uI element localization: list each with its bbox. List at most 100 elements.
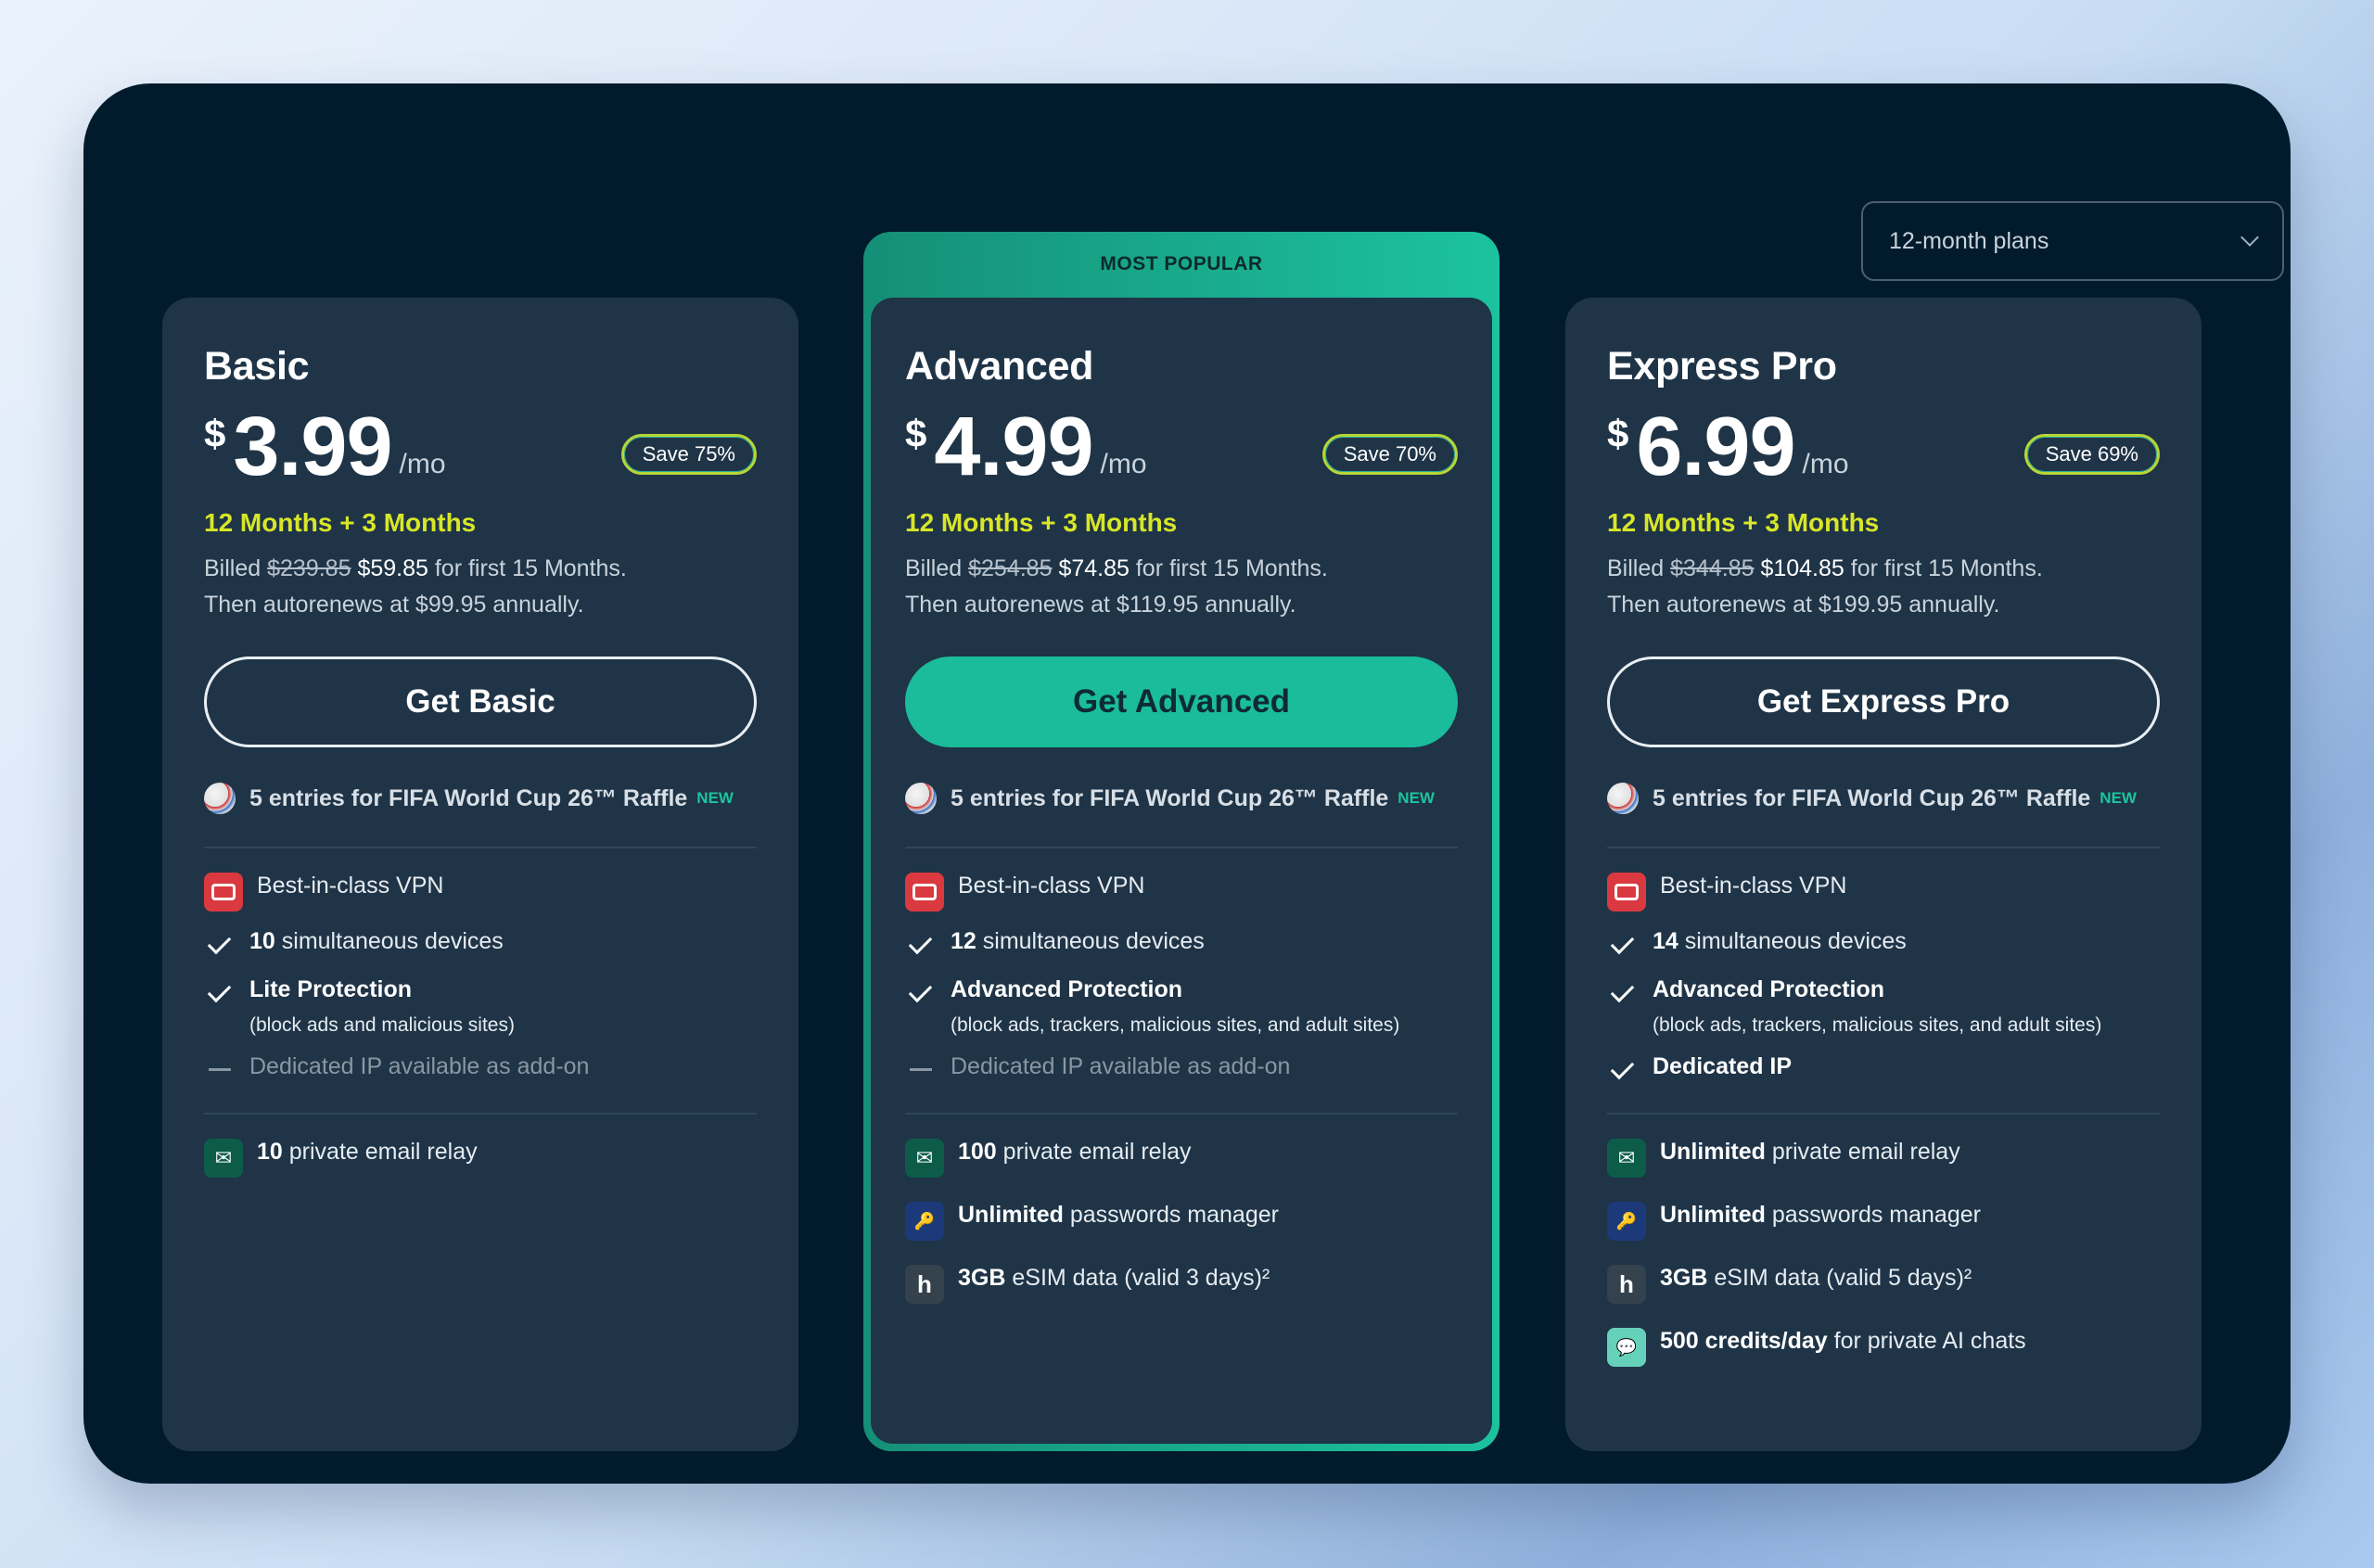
price-amount: 3.99	[233, 401, 392, 493]
vpn-icon	[1607, 873, 1646, 911]
divider	[905, 1113, 1458, 1115]
most-popular-label: MOST POPULAR	[1100, 253, 1263, 274]
feature-devices: 14 simultaneous devices	[1607, 928, 2160, 960]
feature-password-manager: Unlimited passwords manager	[1607, 1202, 2160, 1241]
price-row: $ 4.99 /mo Save 70%	[905, 401, 1458, 493]
email-count: Unlimited	[1660, 1139, 1766, 1165]
divider	[1607, 1113, 2160, 1115]
esim-data: 3GB	[958, 1265, 1006, 1291]
feature-esim: 3GB eSIM data (valid 5 days)²	[1607, 1265, 2160, 1304]
plan-card-advanced-highlight: MOST POPULAR Advanced $ 4.99 /mo Save 70…	[863, 232, 1500, 1451]
check-icon	[905, 976, 937, 1008]
feature-ai-chat: 500 credits/day for private AI chats	[1607, 1328, 2160, 1367]
billed-old-price: $344.85	[1670, 555, 1755, 581]
devices-count: 14	[1653, 928, 1678, 954]
esim-icon	[1607, 1265, 1646, 1304]
feature-email-relay: Unlimited private email relay	[1607, 1139, 2160, 1178]
currency-symbol: $	[905, 412, 927, 455]
save-badge: Save 75%	[620, 434, 757, 475]
billed-prefix: Billed	[905, 555, 963, 581]
price-amount: 4.99	[934, 401, 1093, 493]
check-icon	[204, 928, 236, 960]
devices-count: 10	[249, 928, 275, 954]
protection-title: Advanced Protection	[951, 976, 1183, 1002]
protection-subtext: (block ads, trackers, malicious sites, a…	[1653, 1014, 2102, 1036]
check-icon	[905, 928, 937, 960]
feature-devices: 12 simultaneous devices	[905, 928, 1458, 960]
plan-title: Express Pro	[1607, 344, 1837, 389]
password-count: Unlimited	[958, 1202, 1064, 1228]
feature-email-relay: 10 private email relay	[204, 1139, 757, 1178]
soccer-ball-icon	[1607, 783, 1639, 814]
raffle-row: 5 entries for FIFA World Cup 26™ Raffle …	[905, 783, 1458, 814]
billing-info: Billed $254.85 $74.85 for first 15 Month…	[905, 551, 1458, 623]
feature-password-manager: Unlimited passwords manager	[905, 1202, 1458, 1241]
feature-vpn: Best-in-class VPN	[905, 873, 1458, 911]
price-row: $ 6.99 /mo Save 69%	[1607, 405, 2160, 489]
plan-months: 12 Months + 3 Months	[905, 508, 1178, 537]
get-express-pro-button[interactable]: Get Express Pro	[1607, 657, 2160, 747]
billed-new-price: $104.85	[1760, 555, 1844, 581]
password-manager-icon	[1607, 1202, 1646, 1241]
billed-prefix: Billed	[1607, 555, 1665, 581]
esim-data: 3GB	[1660, 1265, 1708, 1291]
plan-card-express-pro: Express Pro $ 6.99 /mo Save 69% 12 Month…	[1565, 298, 2202, 1451]
email-relay-icon	[905, 1139, 944, 1178]
vpn-icon	[204, 873, 243, 911]
feature-dedicated-ip: Dedicated IP available as add-on	[905, 1053, 1458, 1085]
plan-duration-select[interactable]: 12-month plans	[1861, 201, 2284, 281]
protection-title: Advanced Protection	[1653, 976, 1885, 1002]
feature-text: passwords manager	[1069, 1202, 1279, 1228]
email-relay-icon	[204, 1139, 243, 1178]
protection-title: Lite Protection	[249, 976, 413, 1002]
plan-title: Advanced	[905, 344, 1094, 389]
billing-info: Billed $344.85 $104.85 for first 15 Mont…	[1607, 551, 2160, 623]
currency-symbol: $	[1607, 412, 1629, 455]
billing-info: Billed $239.85 $59.85 for first 15 Month…	[204, 551, 757, 623]
raffle-text: 5 entries for FIFA World Cup 26™ Raffle	[249, 784, 688, 811]
email-count: 100	[958, 1139, 997, 1165]
feature-text: for private AI chats	[1833, 1328, 2026, 1354]
raffle-text: 5 entries for FIFA World Cup 26™ Raffle	[951, 784, 1389, 811]
devices-count: 12	[951, 928, 976, 954]
plan-title: Basic	[204, 344, 310, 389]
check-icon	[1607, 1053, 1639, 1085]
currency-symbol: $	[204, 412, 226, 455]
plan-months: 12 Months + 3 Months	[204, 508, 477, 537]
billed-old-price: $254.85	[968, 555, 1053, 581]
feature-text: Best-in-class VPN	[958, 873, 1145, 899]
plan-duration-label: 12-month plans	[1889, 227, 2049, 254]
price-period: /mo	[399, 449, 446, 479]
raffle-row: 5 entries for FIFA World Cup 26™ Raffle …	[204, 783, 757, 814]
feature-text: Dedicated IP available as add-on	[249, 1053, 590, 1079]
feature-email-relay: 100 private email relay	[905, 1139, 1458, 1178]
feature-text: Best-in-class VPN	[257, 873, 444, 899]
feature-devices: 10 simultaneous devices	[204, 928, 757, 960]
renewal-text: Then autorenews at $119.95 annually.	[905, 592, 1296, 618]
get-advanced-button[interactable]: Get Advanced	[905, 657, 1458, 747]
divider	[905, 847, 1458, 848]
feature-text: Dedicated IP	[1653, 1053, 1793, 1079]
feature-vpn: Best-in-class VPN	[1607, 873, 2160, 911]
feature-text: simultaneous devices	[1684, 928, 1907, 954]
feature-protection: Lite Protection (block ads and malicious …	[204, 976, 757, 1037]
feature-dedicated-ip: Dedicated IP available as add-on	[204, 1053, 757, 1085]
plan-months: 12 Months + 3 Months	[1607, 508, 1880, 537]
check-icon	[204, 976, 236, 1008]
feature-text: passwords manager	[1771, 1202, 1981, 1228]
get-basic-button[interactable]: Get Basic	[204, 657, 757, 747]
price-period: /mo	[1802, 449, 1849, 479]
save-badge: Save 70%	[1321, 434, 1458, 475]
price-period: /mo	[1100, 449, 1147, 479]
billed-prefix: Billed	[204, 555, 262, 581]
price-row: $ 3.99 /mo Save 75%	[204, 401, 757, 493]
feature-text: private email relay	[1771, 1139, 1960, 1165]
check-icon	[1607, 928, 1639, 960]
feature-text: private email relay	[1002, 1139, 1192, 1165]
raffle-row: 5 entries for FIFA World Cup 26™ Raffle …	[1607, 783, 2160, 814]
new-badge: NEW	[2100, 789, 2137, 807]
feature-text: eSIM data (valid 3 days)²	[1012, 1265, 1270, 1291]
renewal-text: Then autorenews at $99.95 annually.	[204, 592, 584, 618]
feature-text: private email relay	[288, 1139, 478, 1165]
billed-suffix: for first 15 Months.	[1135, 555, 1328, 581]
